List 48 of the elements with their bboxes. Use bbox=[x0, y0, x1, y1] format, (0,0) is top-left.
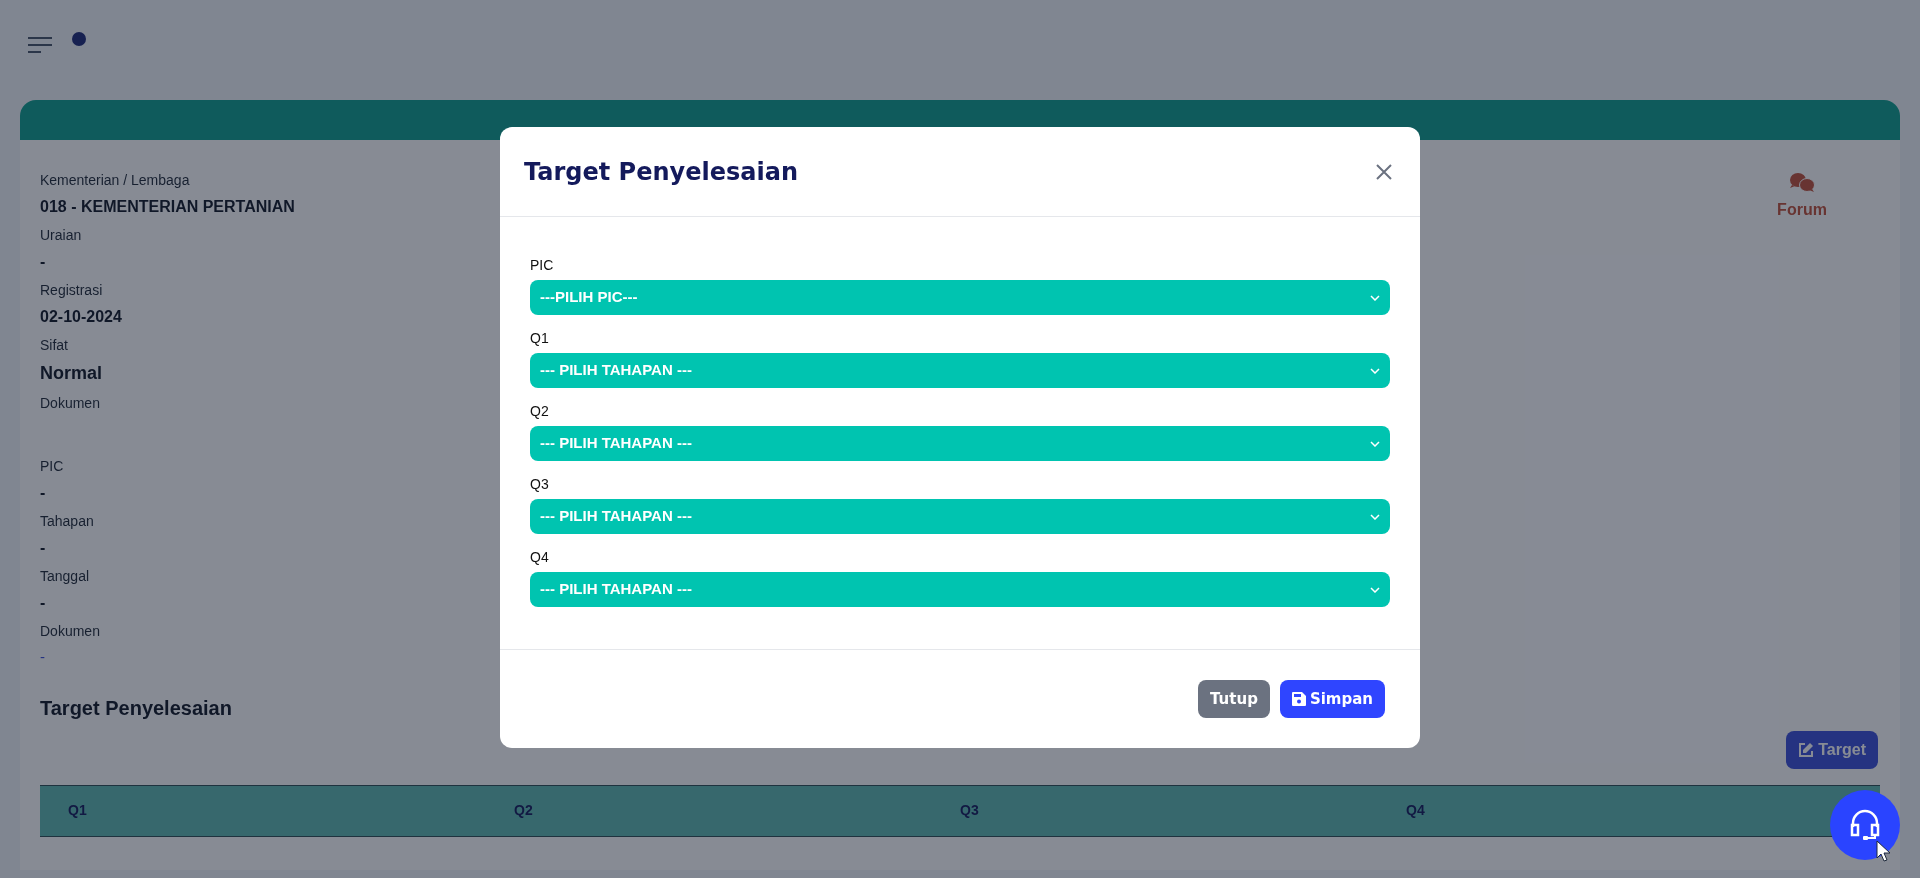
field-label: Kementerian / Lembaga bbox=[40, 171, 190, 190]
field-label: Q2 bbox=[530, 402, 549, 421]
chevron-down-icon bbox=[1370, 586, 1380, 593]
select-dropdown[interactable]: --- PILIH TAHAPAN --- bbox=[530, 353, 1390, 388]
field-label: Registrasi bbox=[40, 281, 103, 300]
chat-bubbles-icon[interactable] bbox=[1789, 172, 1815, 194]
column-header: Q2 bbox=[514, 801, 533, 820]
chevron-down-icon bbox=[1370, 367, 1380, 374]
field-label: Q3 bbox=[530, 475, 549, 494]
status-dot-icon bbox=[72, 32, 86, 46]
chevron-down-icon bbox=[1370, 294, 1380, 301]
menu-icon[interactable] bbox=[28, 36, 52, 54]
field-value: Normal bbox=[40, 362, 102, 385]
save-button[interactable]: Simpan bbox=[1279, 680, 1385, 718]
target-button[interactable]: Target bbox=[1786, 730, 1878, 769]
field-value: 02-10-2024 bbox=[40, 307, 122, 327]
field-value: 018 - KEMENTERIAN PERTANIAN bbox=[40, 197, 295, 217]
column-header: Q3 bbox=[960, 801, 979, 820]
field-label: Q1 bbox=[530, 329, 549, 348]
field-value: - bbox=[40, 483, 46, 503]
close-modal-button[interactable]: Tutup bbox=[1198, 680, 1270, 718]
field-label: Uraian bbox=[40, 226, 82, 245]
modal-title: Target Penyelesaian bbox=[524, 156, 798, 188]
field-label: Sifat bbox=[40, 336, 68, 355]
edit-icon bbox=[1798, 741, 1815, 758]
field-value: - bbox=[40, 252, 46, 272]
headset-icon bbox=[1848, 808, 1882, 842]
section-title: Target Penyelesaian bbox=[40, 695, 232, 721]
field-label: Q4 bbox=[530, 548, 549, 567]
select-dropdown[interactable]: --- PILIH TAHAPAN --- bbox=[530, 426, 1390, 461]
column-header: Q4 bbox=[1406, 801, 1425, 820]
select-dropdown[interactable]: ---PILIH PIC--- bbox=[530, 280, 1390, 315]
chevron-down-icon bbox=[1370, 513, 1380, 520]
select-dropdown[interactable]: --- PILIH TAHAPAN --- bbox=[530, 572, 1390, 607]
field-value: - bbox=[40, 538, 46, 558]
field-label: Dokumen bbox=[40, 394, 100, 413]
field-label: PIC bbox=[530, 256, 554, 275]
close-icon bbox=[1376, 163, 1392, 180]
select-dropdown[interactable]: --- PILIH TAHAPAN --- bbox=[530, 499, 1390, 534]
document-link[interactable]: - bbox=[40, 646, 45, 669]
field-label: Tahapan bbox=[40, 512, 94, 531]
field-label: Tanggal bbox=[40, 567, 90, 586]
field-label: Dokumen bbox=[40, 622, 100, 641]
field-value: - bbox=[40, 593, 46, 613]
field-label: PIC bbox=[40, 457, 64, 476]
column-header: Q1 bbox=[68, 801, 87, 820]
chevron-down-icon bbox=[1370, 440, 1380, 447]
forum-link[interactable]: Forum bbox=[1777, 198, 1827, 222]
